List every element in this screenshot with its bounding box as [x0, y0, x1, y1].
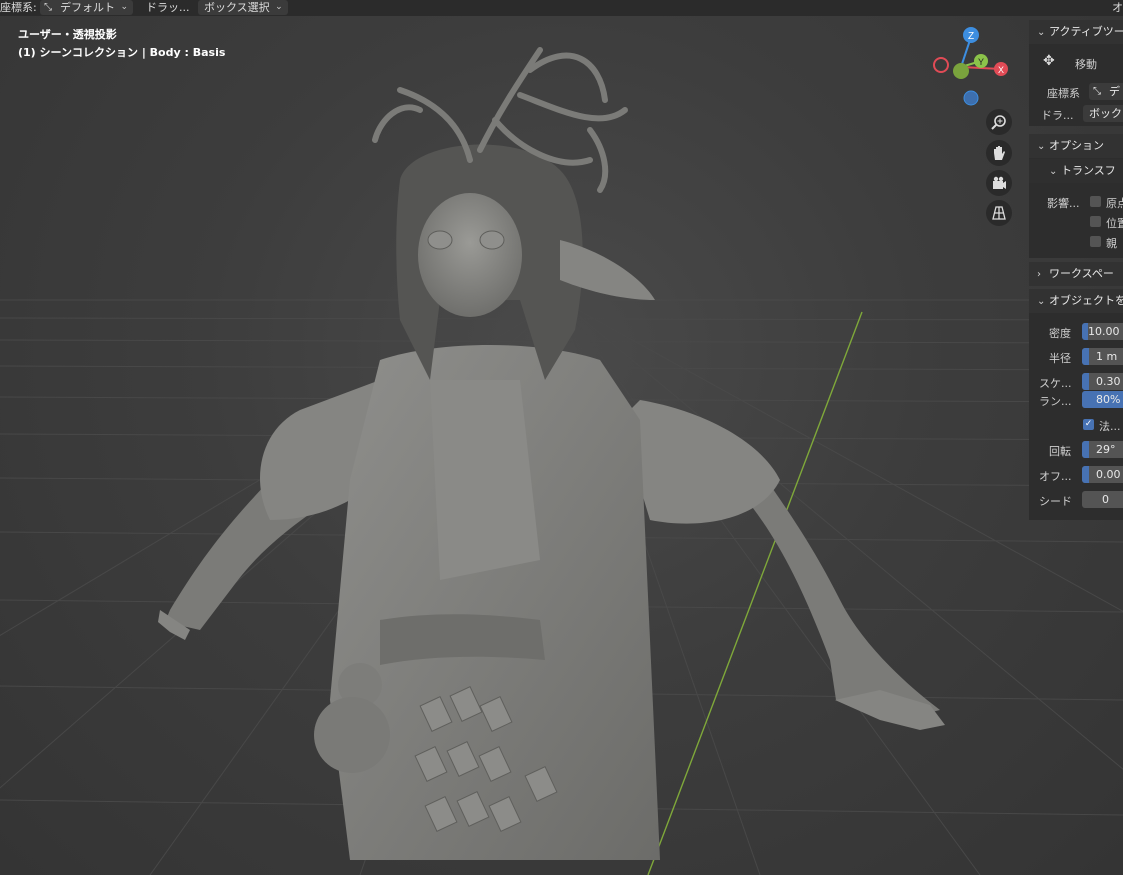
coord-label: 座標系: — [0, 1, 37, 14]
transform-orientation-icon: ⤡ — [44, 2, 52, 13]
scene-canvas[interactable] — [0, 0, 1123, 875]
chevron-down-icon: ⌄ — [1037, 141, 1046, 152]
active-tool-section: ⌄ アクティブツー ✥ 移動 座標系 ⤡ デ ドラ... ボック — [1029, 20, 1123, 126]
grid-ortho-icon-glyph — [992, 206, 1006, 220]
random-value: 80% — [1096, 393, 1121, 406]
rotation-value: 29° — [1096, 443, 1116, 456]
transform-orientation-icon: ⤡ — [1093, 86, 1101, 97]
chevron-down-icon: ⌄ — [1037, 296, 1046, 307]
radius-label: 半径 — [1049, 352, 1071, 365]
density-value: 10.00 — [1088, 325, 1120, 338]
neg-z-handle-icon[interactable] — [963, 90, 979, 106]
workspace-title: ワークスペー — [1049, 267, 1114, 280]
active-tool-title: アクティブツー — [1049, 25, 1123, 38]
tool-side-panel: ⌄ アクティブツー ✥ 移動 座標系 ⤡ デ ドラ... ボック ⌄ オプション ⌄… — [1029, 20, 1123, 520]
navigation-gizmo[interactable]: Z Y X — [925, 25, 1020, 110]
options-section: ⌄ オプション ⌄ トランスフ 影響... 原点 位置 親 — [1029, 134, 1123, 258]
panel-drag-dropdown[interactable]: ボック — [1083, 105, 1123, 122]
object-title: オブジェクトを — [1049, 294, 1123, 307]
options-header[interactable]: ⌄ オプション — [1029, 134, 1123, 158]
density-field[interactable]: 10.00 — [1082, 323, 1123, 340]
active-tool-header[interactable]: ⌄ アクティブツー — [1029, 20, 1123, 44]
coord-dropdown[interactable]: ⤡ デフォルト ⌄ — [40, 0, 133, 15]
affect-label: 影響... — [1047, 197, 1080, 210]
drag-label: ドラッ... — [146, 1, 190, 14]
zoom-icon-glyph — [991, 115, 1006, 130]
grid-ortho-icon[interactable] — [986, 200, 1012, 226]
rotation-field[interactable]: 29° — [1082, 441, 1123, 458]
transform-subheader[interactable]: ⌄ トランスフ — [1029, 159, 1123, 183]
seed-field[interactable]: 0 — [1082, 491, 1123, 508]
rotation-label: 回転 — [1049, 445, 1071, 458]
hand-pan-icon[interactable] — [986, 140, 1012, 166]
object-section: ⌄ オブジェクトを 密度 10.00 半径 1 m スケ... 0.30 ラン..… — [1029, 289, 1123, 520]
panel-coord-value: デ — [1109, 85, 1120, 98]
radius-field[interactable]: 1 m — [1082, 348, 1123, 365]
chevron-down-icon: ⌄ — [120, 2, 128, 12]
scale-label: スケ... — [1039, 377, 1072, 390]
zoom-icon[interactable] — [986, 109, 1012, 135]
view-name: ユーザー・透視投影 — [18, 28, 117, 41]
drag-dropdown-value: ボックス選択 — [204, 1, 270, 14]
offset-field[interactable]: 0.00 — [1082, 466, 1123, 483]
parent-label: 親 — [1106, 237, 1117, 250]
3d-viewport[interactable]: 座標系: ⤡ デフォルト ⌄ ドラッ... ボックス選択 ⌄ オ ユーザー・透視… — [0, 0, 1123, 875]
offset-fill — [1082, 466, 1089, 483]
density-label: 密度 — [1049, 327, 1071, 340]
normal-checkbox[interactable]: ✓ — [1083, 419, 1094, 430]
options-title: オプション — [1049, 139, 1104, 152]
normal-label: 法... — [1099, 420, 1121, 433]
parent-checkbox[interactable] — [1090, 236, 1101, 247]
x-axis-label: X — [998, 65, 1004, 75]
offset-label: オフ... — [1039, 470, 1072, 483]
panel-coord-dropdown[interactable]: ⤡ デ — [1089, 83, 1123, 100]
workspace-section: › ワークスペー — [1029, 262, 1123, 286]
seed-label: シード — [1039, 495, 1072, 508]
viewport-header: 座標系: ⤡ デフォルト ⌄ ドラッ... ボックス選択 ⌄ オ — [0, 0, 1123, 16]
origin-label: 原点 — [1106, 197, 1123, 210]
transform-title: トランスフ — [1061, 164, 1116, 177]
panel-coord-label: 座標系 — [1047, 87, 1080, 100]
y-axis-label: Y — [978, 57, 984, 67]
rotation-fill — [1082, 441, 1089, 458]
radius-fill — [1082, 348, 1089, 365]
seed-value: 0 — [1102, 493, 1109, 506]
character-model — [158, 47, 945, 860]
location-checkbox[interactable] — [1090, 216, 1101, 227]
radius-value: 1 m — [1096, 350, 1118, 363]
panel-drag-value: ボック — [1089, 107, 1122, 120]
chevron-down-icon: ⌄ — [1049, 166, 1058, 177]
chevron-down-icon: ⌄ — [1037, 27, 1046, 38]
location-label: 位置 — [1106, 217, 1123, 230]
scale-value: 0.30 — [1096, 375, 1121, 388]
neg-y-handle-icon[interactable] — [953, 63, 969, 79]
neg-x-handle-icon[interactable] — [933, 57, 949, 73]
random-label: ラン... — [1039, 395, 1072, 408]
active-tool-name: 移動 — [1075, 58, 1097, 71]
object-header[interactable]: ⌄ オブジェクトを — [1029, 289, 1123, 313]
scale-fill — [1082, 373, 1089, 390]
offset-value: 0.00 — [1096, 468, 1121, 481]
chevron-down-icon: ⌄ — [275, 2, 283, 12]
camera-icon-glyph — [993, 176, 1006, 189]
origin-checkbox[interactable] — [1090, 196, 1101, 207]
drag-dropdown[interactable]: ボックス選択 ⌄ — [198, 0, 288, 15]
panel-drag-label: ドラ... — [1041, 109, 1074, 122]
z-axis-label: Z — [968, 31, 974, 42]
options-menu-cut[interactable]: オ — [1112, 0, 1123, 16]
move-tool-icon: ✥ — [1043, 53, 1055, 69]
collection-info: (1) シーンコレクション | Body : Basis — [18, 46, 226, 59]
chevron-right-icon: › — [1037, 269, 1041, 280]
random-field[interactable]: 80% — [1082, 391, 1123, 408]
camera-icon[interactable] — [986, 170, 1012, 196]
coord-dropdown-value: デフォルト — [60, 1, 115, 14]
density-fill — [1082, 323, 1088, 340]
hand-pan-icon-glyph — [994, 146, 1005, 160]
scale-field[interactable]: 0.30 — [1082, 373, 1123, 390]
workspace-header[interactable]: › ワークスペー — [1029, 262, 1123, 286]
